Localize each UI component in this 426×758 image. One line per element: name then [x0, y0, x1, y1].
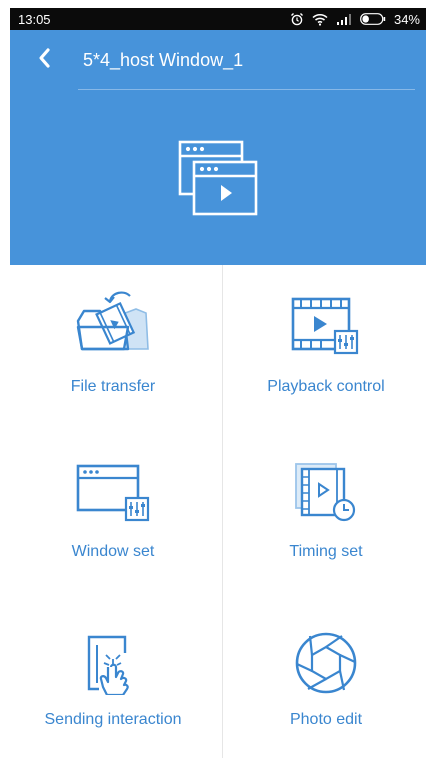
chevron-left-icon — [36, 47, 52, 74]
signal-icon — [336, 13, 352, 25]
playback-control-icon — [287, 295, 365, 362]
tile-label: File transfer — [70, 378, 156, 395]
tile-label: Window set — [71, 543, 155, 560]
tile-sending-interaction[interactable]: Sending interaction — [10, 595, 216, 758]
title-divider — [78, 89, 415, 90]
battery-icon — [360, 13, 386, 25]
tile-label: Timing set — [289, 543, 363, 560]
tile-photo-edit[interactable]: Photo edit — [223, 595, 426, 758]
page-title: 5*4_host Window_1 — [83, 50, 244, 70]
back-button[interactable] — [30, 46, 58, 74]
tile-label: Playback control — [267, 378, 385, 395]
function-grid: File transfer Playback control Window se… — [10, 265, 426, 758]
tile-window-set[interactable]: Window set — [10, 430, 216, 595]
sending-interaction-icon — [77, 629, 149, 700]
battery-percent: 34% — [393, 11, 420, 27]
photo-edit-icon — [294, 631, 358, 700]
tile-label: Photo edit — [289, 711, 363, 728]
window-set-icon — [72, 460, 154, 529]
status-bar: 13:05 34% — [10, 8, 426, 30]
tile-file-transfer[interactable]: File transfer — [10, 265, 216, 430]
header: 5*4_host Window_1 — [10, 30, 426, 265]
wifi-icon — [312, 13, 328, 26]
status-icons: 34% — [290, 12, 420, 27]
file-transfer-icon — [72, 287, 154, 362]
alarm-icon — [290, 12, 304, 26]
status-time: 13:05 — [18, 11, 51, 27]
tile-label: Sending interaction — [44, 711, 182, 728]
timing-set-icon — [290, 460, 362, 529]
tile-playback-control[interactable]: Playback control — [223, 265, 426, 430]
multi-window-icon — [178, 140, 258, 225]
tile-timing-set[interactable]: Timing set — [223, 430, 426, 595]
